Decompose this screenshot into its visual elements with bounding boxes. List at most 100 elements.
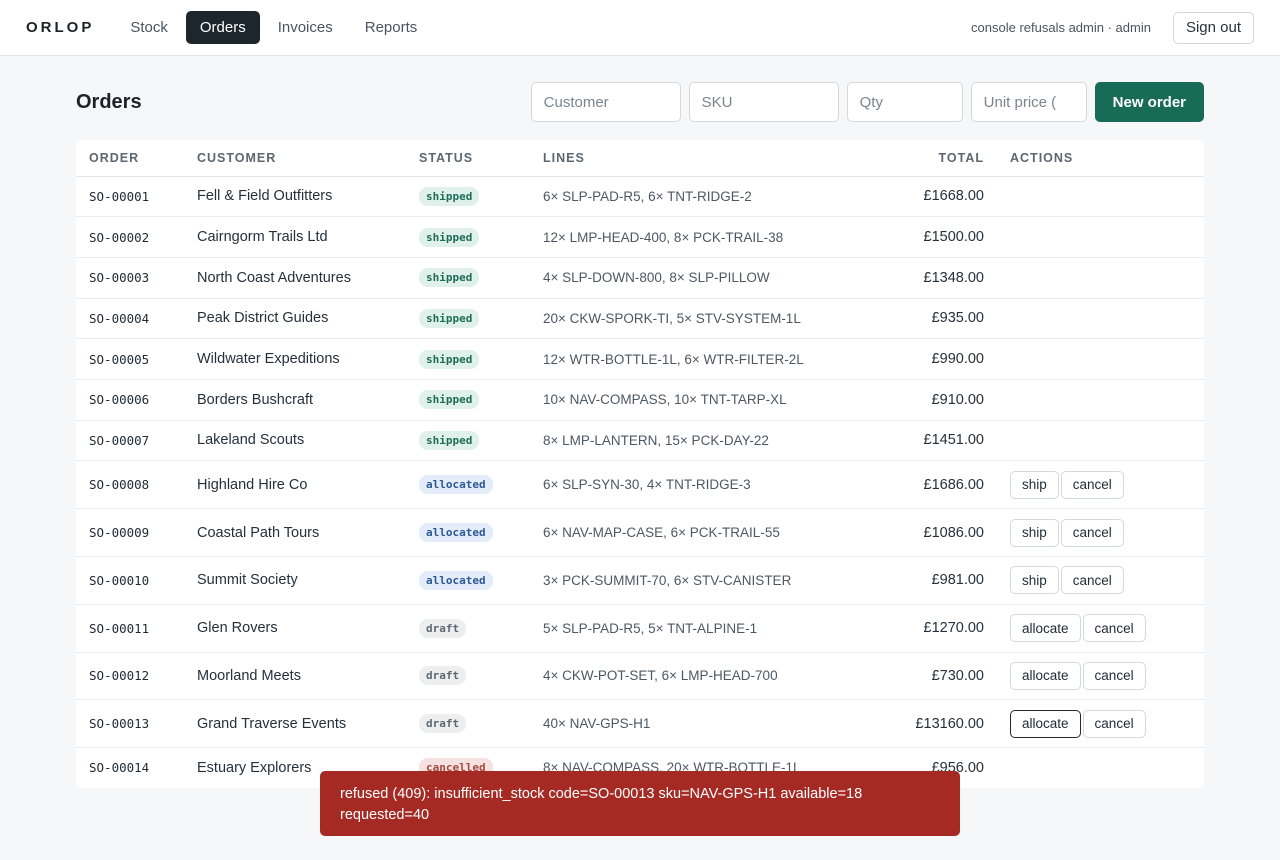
ship-button[interactable]: ship [1010, 518, 1059, 547]
order-total: £1270.00 [870, 604, 997, 653]
table-row: SO-00005 Wildwater Expeditions shipped 12× … [76, 338, 1204, 380]
orders-table-card: ORDER CUSTOMER STATUS LINES TOTAL ACTION… [76, 140, 1204, 788]
nav-invoices[interactable]: Invoices [264, 11, 347, 44]
cancel-button[interactable]: cancel [1060, 518, 1124, 547]
ship-button[interactable]: ship [1010, 566, 1059, 595]
order-total: £1668.00 [870, 176, 997, 218]
table-row: SO-00012 Moorland Meets draft 4× CKW-POT-SE… [76, 652, 1204, 701]
status-badge: shipped [419, 349, 480, 369]
order-lines: 40× NAV-GPS-H1 [530, 699, 870, 749]
customer-name: Summit Society [184, 556, 406, 605]
order-total: £1086.00 [870, 508, 997, 557]
cancel-button[interactable]: cancel [1082, 661, 1146, 690]
order-code: SO-00011 [76, 604, 184, 653]
order-code: SO-00006 [76, 379, 184, 421]
actions-cell [997, 298, 1204, 340]
status-cell: shipped [406, 298, 530, 340]
order-lines: 20× CKW-SPORK-TI, 5× STV-SYSTEM-1L [530, 298, 870, 340]
nav-orders[interactable]: Orders [185, 11, 260, 44]
sku-input[interactable] [688, 82, 839, 122]
customer-name: Peak District Guides [184, 298, 406, 340]
order-code: SO-00002 [76, 216, 184, 258]
brand-logo: ORLOP [26, 19, 95, 36]
status-badge: allocated [419, 570, 493, 590]
cancel-button[interactable]: cancel [1060, 470, 1124, 499]
allocate-button[interactable]: allocate [1010, 614, 1081, 643]
customer-name: Lakeland Scouts [184, 420, 406, 462]
customer-name: Grand Traverse Events [184, 699, 406, 749]
col-order-header: ORDER [76, 140, 184, 177]
order-total: £13160.00 [870, 699, 997, 749]
order-total: £981.00 [870, 556, 997, 605]
table-row: SO-00008 Highland Hire Co allocated 6× SLP-… [76, 460, 1204, 510]
actions-cell [997, 176, 1204, 218]
cancel-button[interactable]: cancel [1082, 709, 1146, 738]
order-total: £730.00 [870, 652, 997, 701]
allocate-button[interactable]: allocate [1010, 709, 1081, 738]
order-lines: 5× SLP-PAD-R5, 5× TNT-ALPINE-1 [530, 604, 870, 653]
col-customer-header: CUSTOMER [184, 140, 406, 177]
status-badge: shipped [419, 268, 480, 288]
cancel-button[interactable]: cancel [1060, 566, 1124, 595]
main-nav: Stock Orders Invoices Reports [116, 11, 431, 44]
error-toast: refused (409): insufficient_stock code=S… [320, 771, 960, 836]
status-cell: shipped [406, 216, 530, 258]
table-row: SO-00007 Lakeland Scouts shipped 8× LMP-LAN… [76, 420, 1204, 462]
order-total: £1686.00 [870, 460, 997, 510]
order-code: SO-00009 [76, 508, 184, 557]
order-lines: 4× CKW-POT-SET, 6× LMP-HEAD-700 [530, 652, 870, 701]
actions-cell [997, 257, 1204, 299]
order-lines: 6× NAV-MAP-CASE, 6× PCK-TRAIL-55 [530, 508, 870, 557]
qty-input[interactable] [846, 82, 963, 122]
status-cell: shipped [406, 257, 530, 299]
customer-name: Cairngorm Trails Ltd [184, 216, 406, 258]
table-row: SO-00011 Glen Rovers draft 5× SLP-PAD-R5, 5… [76, 604, 1204, 653]
order-total: £1451.00 [870, 420, 997, 462]
order-code: SO-00007 [76, 420, 184, 462]
table-row: SO-00013 Grand Traverse Events draft 40× NA… [76, 699, 1204, 749]
table-row: SO-00003 North Coast Adventures shipped 4× … [76, 257, 1204, 299]
actions-cell: ship cancel [997, 556, 1204, 605]
order-total: £990.00 [870, 338, 997, 380]
ship-button[interactable]: ship [1010, 470, 1059, 499]
customer-name: Glen Rovers [184, 604, 406, 653]
top-bar: ORLOP Stock Orders Invoices Reports cons… [0, 0, 1280, 56]
unit-price-input[interactable] [970, 82, 1087, 122]
actions-cell [997, 338, 1204, 380]
status-cell: draft [406, 604, 530, 653]
order-code: SO-00008 [76, 460, 184, 510]
nav-stock[interactable]: Stock [116, 11, 182, 44]
new-order-button[interactable]: New order [1094, 82, 1204, 122]
sign-out-button[interactable]: Sign out [1172, 11, 1254, 44]
order-code: SO-00001 [76, 176, 184, 218]
actions-cell [997, 420, 1204, 462]
order-code: SO-00004 [76, 298, 184, 340]
actions-cell: allocate cancel [997, 604, 1204, 653]
actions-cell: ship cancel [997, 460, 1204, 510]
status-cell: draft [406, 652, 530, 701]
allocate-button[interactable]: allocate [1010, 661, 1081, 690]
order-total: £1500.00 [870, 216, 997, 258]
table-row: SO-00002 Cairngorm Trails Ltd shipped 12× L… [76, 216, 1204, 258]
status-cell: shipped [406, 379, 530, 421]
user-label: console refusals admin · admin [971, 20, 1151, 35]
actions-cell [997, 379, 1204, 421]
customer-name: Wildwater Expeditions [184, 338, 406, 380]
nav-reports[interactable]: Reports [351, 11, 432, 44]
status-badge: shipped [419, 227, 480, 247]
status-cell: shipped [406, 420, 530, 462]
status-cell: draft [406, 699, 530, 749]
status-badge: shipped [419, 430, 480, 450]
order-total: £1348.00 [870, 257, 997, 299]
cancel-button[interactable]: cancel [1082, 614, 1146, 643]
customer-input[interactable] [530, 82, 681, 122]
order-lines: 6× SLP-PAD-R5, 6× TNT-RIDGE-2 [530, 176, 870, 218]
order-code: SO-00010 [76, 556, 184, 605]
actions-cell: allocate cancel [997, 699, 1204, 749]
customer-name: Fell & Field Outfitters [184, 176, 406, 218]
order-lines: 8× LMP-LANTERN, 15× PCK-DAY-22 [530, 420, 870, 462]
table-row: SO-00009 Coastal Path Tours allocated 6× NA… [76, 508, 1204, 557]
customer-name: Borders Bushcraft [184, 379, 406, 421]
status-badge: shipped [419, 308, 480, 328]
status-badge: shipped [419, 186, 480, 206]
